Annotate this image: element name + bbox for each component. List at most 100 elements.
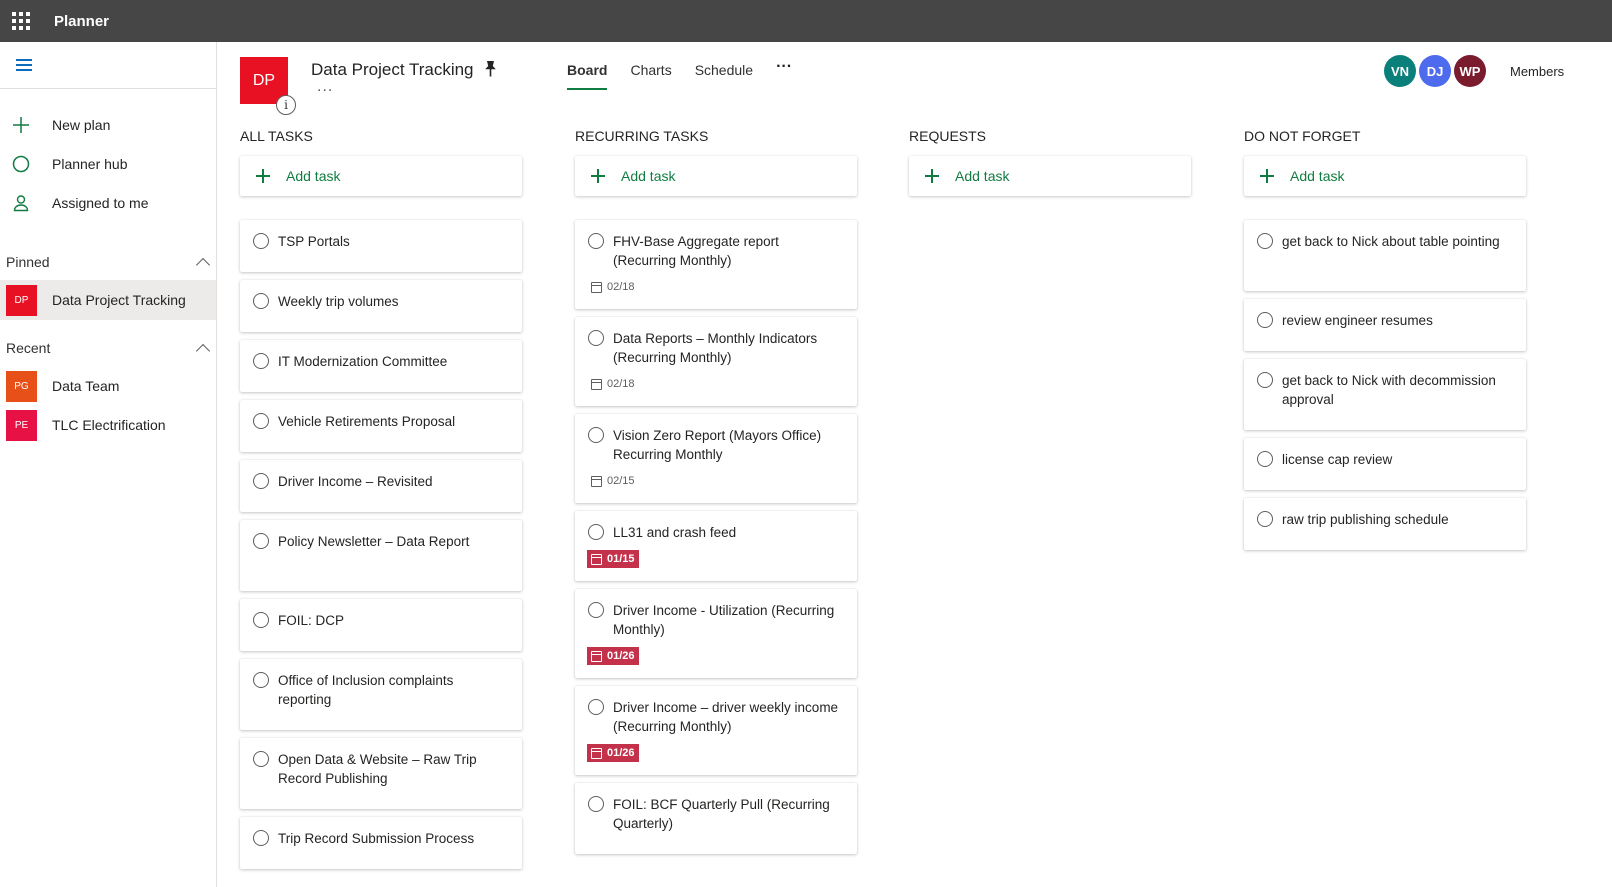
complete-task-checkbox[interactable] [253, 473, 269, 489]
task-title: review engineer resumes [1282, 313, 1433, 328]
chevron-up-icon[interactable] [195, 257, 211, 272]
bucket-title[interactable]: DO NOT FORGET [1244, 128, 1526, 146]
bucket-title[interactable]: REQUESTS [909, 128, 1191, 146]
avatar[interactable]: VN [1384, 55, 1416, 87]
complete-task-checkbox[interactable] [253, 293, 269, 309]
complete-task-checkbox[interactable] [1257, 233, 1273, 249]
task-card[interactable]: review engineer resumes [1244, 299, 1526, 351]
task-title: Policy Newsletter – Data Report [278, 534, 470, 549]
add-task-button[interactable]: Add task [575, 156, 857, 196]
task-card[interactable]: TSP Portals [240, 220, 522, 272]
complete-task-checkbox[interactable] [253, 830, 269, 846]
task-title: Open Data & Website – Raw Trip Record Pu… [278, 752, 477, 786]
members-button[interactable]: Members [1510, 64, 1564, 79]
task-card[interactable]: Data Reports – Monthly Indicators (Recur… [575, 317, 857, 406]
complete-task-checkbox[interactable] [253, 612, 269, 628]
plan-badge: PG [6, 370, 37, 402]
due-date-badge: 01/26 [587, 744, 639, 762]
due-date-label: 02/18 [607, 281, 635, 293]
plan-more-options[interactable]: ... [317, 78, 333, 96]
task-card[interactable]: Vision Zero Report (Mayors Office) Recur… [575, 414, 857, 503]
complete-task-checkbox[interactable] [253, 353, 269, 369]
task-card[interactable]: Vehicle Retirements Proposal [240, 400, 522, 452]
task-title: FHV-Base Aggregate report (Recurring Mon… [613, 234, 779, 268]
complete-task-checkbox[interactable] [588, 233, 604, 249]
bucket-title[interactable]: RECURRING TASKS [575, 128, 857, 146]
calendar-icon [591, 475, 602, 487]
info-icon[interactable]: i [276, 95, 296, 115]
plus-icon [0, 116, 52, 134]
task-card[interactable]: license cap review [1244, 438, 1526, 490]
plan-badge: PE [6, 409, 37, 441]
complete-task-checkbox[interactable] [588, 699, 604, 715]
avatar[interactable]: DJ [1419, 55, 1451, 87]
task-card[interactable]: Driver Income – Revisited [240, 460, 522, 512]
task-card[interactable]: raw trip publishing schedule [1244, 498, 1526, 550]
complete-task-checkbox[interactable] [588, 330, 604, 346]
recent-label: Recent [6, 340, 51, 356]
task-card[interactable]: Open Data & Website – Raw Trip Record Pu… [240, 738, 522, 809]
recent-plan-tlc-electrification[interactable]: PE TLC Electrification [0, 405, 216, 445]
task-list: get back to Nick about table pointing rev… [1244, 220, 1526, 550]
task-card[interactable]: Office of Inclusion complaints reporting [240, 659, 522, 730]
chevron-up-icon[interactable] [195, 343, 211, 358]
task-card[interactable]: Trip Record Submission Process [240, 817, 522, 869]
task-card[interactable]: IT Modernization Committee [240, 340, 522, 392]
task-title: Driver Income – driver weekly income (Re… [613, 700, 839, 734]
nav-new-plan[interactable]: New plan [0, 106, 216, 144]
task-card[interactable]: Driver Income – driver weekly income (Re… [575, 686, 857, 775]
bucket: REQUESTS Add task [909, 128, 1191, 220]
task-card[interactable]: LL31 and crash feed 01/15 [575, 511, 857, 581]
nav-assigned-to-me[interactable]: Assigned to me [0, 184, 216, 222]
plan-label: TLC Electrification [52, 417, 166, 433]
complete-task-checkbox[interactable] [588, 427, 604, 443]
task-card[interactable]: FOIL: BCF Quarterly Pull (Recurring Quar… [575, 783, 857, 854]
avatar[interactable]: WP [1454, 55, 1486, 87]
due-date-label: 02/18 [607, 378, 635, 390]
add-task-button[interactable]: Add task [240, 156, 522, 196]
complete-task-checkbox[interactable] [253, 413, 269, 429]
task-card[interactable]: Policy Newsletter – Data Report [240, 520, 522, 591]
tab-schedule[interactable]: Schedule [695, 62, 753, 90]
complete-task-checkbox[interactable] [1257, 511, 1273, 527]
complete-task-checkbox[interactable] [253, 533, 269, 549]
bucket-title[interactable]: ALL TASKS [240, 128, 522, 146]
task-card[interactable]: Weekly trip volumes [240, 280, 522, 332]
complete-task-checkbox[interactable] [1257, 372, 1273, 388]
tab-charts[interactable]: Charts [630, 62, 671, 90]
complete-task-checkbox[interactable] [1257, 312, 1273, 328]
bucket: DO NOT FORGET Add task get back to Nick ab… [1244, 128, 1526, 558]
task-card[interactable]: FHV-Base Aggregate report (Recurring Mon… [575, 220, 857, 309]
recent-plan-data-team[interactable]: PG Data Team [0, 366, 216, 406]
due-date-badge: 02/18 [587, 278, 639, 296]
nav-item-label: Planner hub [52, 156, 128, 172]
complete-task-checkbox[interactable] [588, 524, 604, 540]
nav-planner-hub[interactable]: Planner hub [0, 145, 216, 183]
app-launcher-icon[interactable] [0, 0, 42, 42]
complete-task-checkbox[interactable] [1257, 451, 1273, 467]
complete-task-checkbox[interactable] [588, 796, 604, 812]
complete-task-checkbox[interactable] [253, 751, 269, 767]
task-card[interactable]: get back to Nick about table pointing [1244, 220, 1526, 291]
pinned-plan-data-project-tracking[interactable]: DP Data Project Tracking [0, 280, 216, 320]
calendar-icon [591, 281, 602, 293]
plan-label: Data Project Tracking [52, 292, 186, 308]
task-card[interactable]: get back to Nick with decommission appro… [1244, 359, 1526, 430]
due-date-badge: 02/15 [587, 472, 639, 490]
hamburger-menu-icon[interactable] [16, 59, 32, 71]
complete-task-checkbox[interactable] [253, 233, 269, 249]
calendar-icon [591, 553, 602, 565]
add-task-button[interactable]: Add task [1244, 156, 1526, 196]
task-card[interactable]: Driver Income - Utilization (Recurring M… [575, 589, 857, 678]
complete-task-checkbox[interactable] [588, 602, 604, 618]
task-list: FHV-Base Aggregate report (Recurring Mon… [575, 220, 857, 854]
tabs-more-button[interactable]: ··· [776, 58, 792, 90]
pin-icon[interactable] [482, 60, 498, 78]
tab-board[interactable]: Board [567, 62, 608, 90]
add-task-button[interactable]: Add task [909, 156, 1191, 196]
app-name[interactable]: Planner [54, 13, 109, 30]
plus-icon [591, 169, 605, 183]
complete-task-checkbox[interactable] [253, 672, 269, 688]
plus-icon [925, 169, 939, 183]
task-card[interactable]: FOIL: DCP [240, 599, 522, 651]
